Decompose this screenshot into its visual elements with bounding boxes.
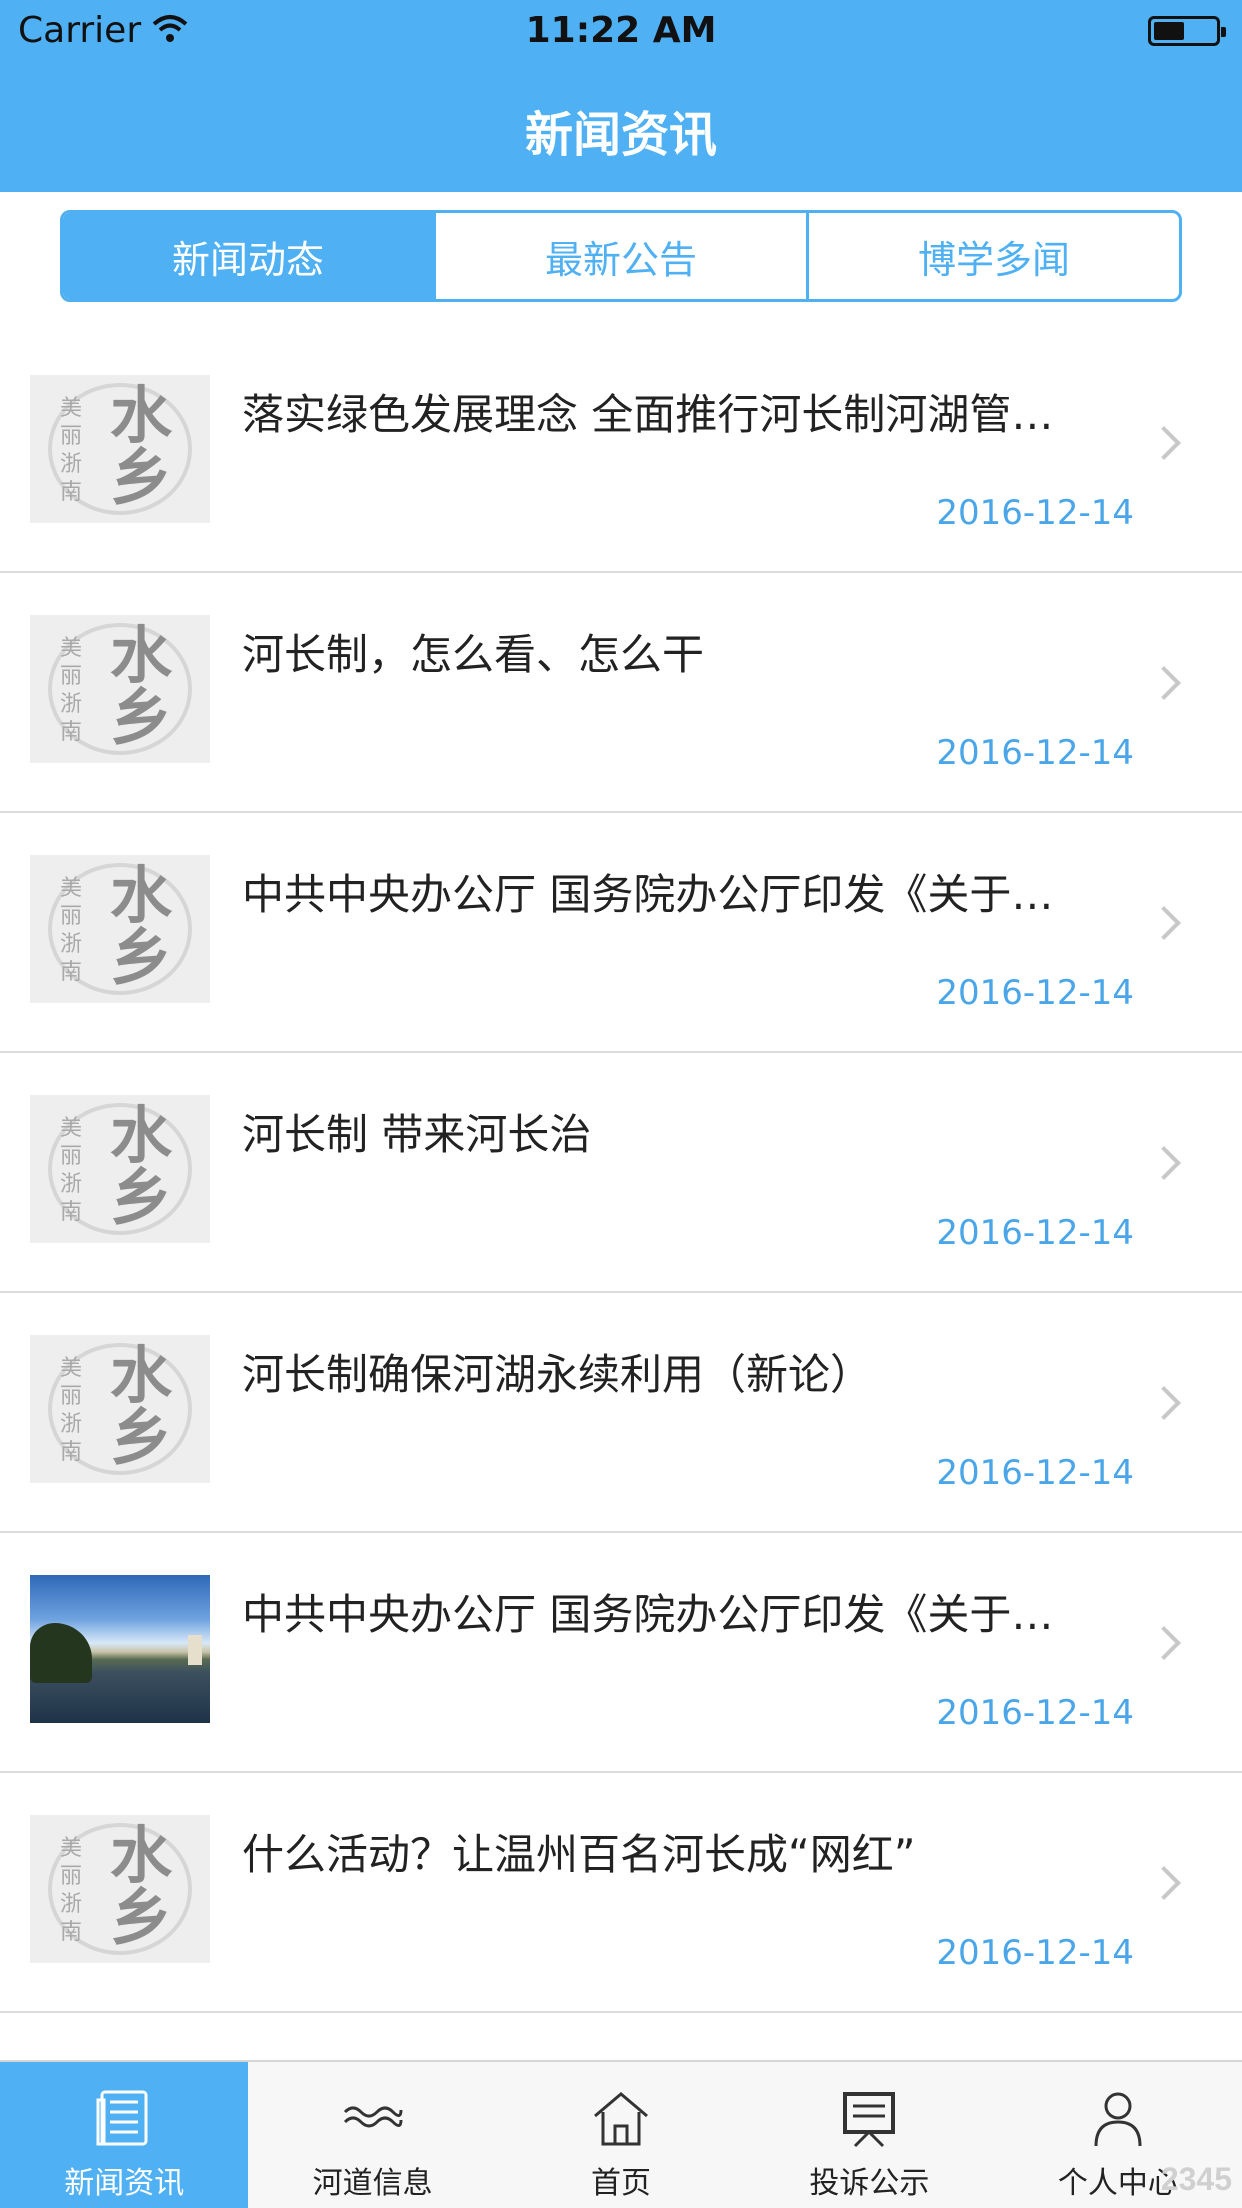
news-item[interactable]: 美丽浙南 水乡 河长制确保河湖永续利用（新论） 2016-12-14 bbox=[0, 1293, 1242, 1533]
news-thumbnail: 美丽浙南 水乡 bbox=[30, 375, 210, 523]
tab-news[interactable]: 新闻资讯 bbox=[0, 2062, 249, 2208]
segment-knowledge[interactable]: 博学多闻 bbox=[809, 213, 1179, 299]
news-date: 2016-12-14 bbox=[936, 493, 1134, 533]
tab-label: 首页 bbox=[591, 2166, 652, 2201]
news-date: 2016-12-14 bbox=[936, 733, 1134, 773]
status-bar: Carrier 11:22 AM bbox=[0, 0, 1242, 60]
top-bar: Carrier 11:22 AM 新闻资讯 bbox=[0, 0, 1242, 192]
home-icon bbox=[594, 2092, 648, 2146]
user-icon bbox=[1094, 2092, 1142, 2147]
news-title: 中共中央办公厅 国务院办公厅印发《关于… bbox=[242, 870, 1054, 919]
news-item[interactable]: 美丽浙南 水乡 中共中央办公厅 国务院办公厅印发《关于… 2016-12-14 bbox=[0, 813, 1242, 1053]
chevron-right-icon bbox=[1147, 1146, 1181, 1180]
clock: 11:22 AM bbox=[525, 10, 717, 51]
news-title: 河长制确保河湖永续利用（新论） bbox=[242, 1350, 873, 1399]
segmented-control: 新闻动态 最新公告 博学多闻 bbox=[60, 210, 1182, 302]
tab-label: 河道信息 bbox=[312, 2166, 433, 2201]
news-thumbnail: 美丽浙南 水乡 bbox=[30, 1335, 210, 1483]
watermark-logo: 2345 bbox=[1160, 2161, 1232, 2197]
tab-label: 新闻资讯 bbox=[64, 2166, 185, 2201]
segment-news-dynamics[interactable]: 新闻动态 bbox=[63, 213, 436, 299]
news-item[interactable]: 美丽浙南 水乡 什么活动？让温州百名河长成“网红” 2016-12-14 bbox=[0, 1773, 1242, 2013]
page-title: 新闻资讯 bbox=[524, 107, 717, 163]
news-thumbnail: 美丽浙南 水乡 bbox=[30, 1815, 210, 1963]
news-title: 河长制，怎么看、怎么干 bbox=[242, 630, 705, 679]
news-list: 美丽浙南 水乡 落实绿色发展理念 全面推行河长制河湖管… 2016-12-14 … bbox=[0, 333, 1242, 2013]
tab-river-info[interactable]: 河道信息 bbox=[248, 2062, 496, 2208]
news-thumbnail: 美丽浙南 水乡 bbox=[30, 855, 210, 1003]
news-title: 中共中央办公厅 国务院办公厅印发《关于… bbox=[242, 1590, 1054, 1639]
news-date: 2016-12-14 bbox=[936, 1213, 1134, 1253]
news-title: 河长制 带来河长治 bbox=[242, 1110, 592, 1159]
chevron-right-icon bbox=[1147, 1386, 1181, 1420]
news-thumbnail: 美丽浙南 水乡 bbox=[30, 615, 210, 763]
news-date: 2016-12-14 bbox=[936, 1453, 1134, 1493]
news-title: 什么活动？让温州百名河长成“网红” bbox=[242, 1830, 916, 1879]
tab-complaints[interactable]: 投诉公示 bbox=[745, 2062, 993, 2208]
chevron-right-icon bbox=[1147, 906, 1181, 940]
board-icon bbox=[843, 2092, 896, 2148]
tab-bar: 新闻资讯 河道信息 首页 投诉公示 个人中心 2345 bbox=[0, 2060, 1242, 2208]
news-date: 2016-12-14 bbox=[936, 973, 1134, 1013]
battery-icon bbox=[1148, 16, 1226, 46]
newspaper-icon bbox=[96, 2090, 148, 2146]
news-item[interactable]: 美丽浙南 水乡 河长制，怎么看、怎么干 2016-12-14 bbox=[0, 573, 1242, 813]
news-item[interactable]: 美丽浙南 水乡 落实绿色发展理念 全面推行河长制河湖管… 2016-12-14 bbox=[0, 333, 1242, 573]
tab-home[interactable]: 首页 bbox=[497, 2062, 745, 2208]
news-date: 2016-12-14 bbox=[936, 1933, 1134, 1973]
news-thumbnail: 美丽浙南 水乡 bbox=[30, 1095, 210, 1243]
chevron-right-icon bbox=[1147, 1626, 1181, 1660]
chevron-right-icon bbox=[1147, 666, 1181, 700]
tab-label: 投诉公示 bbox=[809, 2166, 930, 2201]
chevron-right-icon bbox=[1147, 1866, 1181, 1900]
news-item[interactable]: 美丽浙南 水乡 河长制 带来河长治 2016-12-14 bbox=[0, 1053, 1242, 1293]
waves-icon bbox=[343, 2106, 403, 2128]
news-photo-thumbnail bbox=[30, 1575, 210, 1723]
news-date: 2016-12-14 bbox=[936, 1693, 1134, 1733]
segment-latest-notice[interactable]: 最新公告 bbox=[436, 213, 809, 299]
chevron-right-icon bbox=[1147, 426, 1181, 460]
news-title: 落实绿色发展理念 全面推行河长制河湖管… bbox=[242, 390, 1054, 439]
news-item[interactable]: 中共中央办公厅 国务院办公厅印发《关于… 2016-12-14 bbox=[0, 1533, 1242, 1773]
